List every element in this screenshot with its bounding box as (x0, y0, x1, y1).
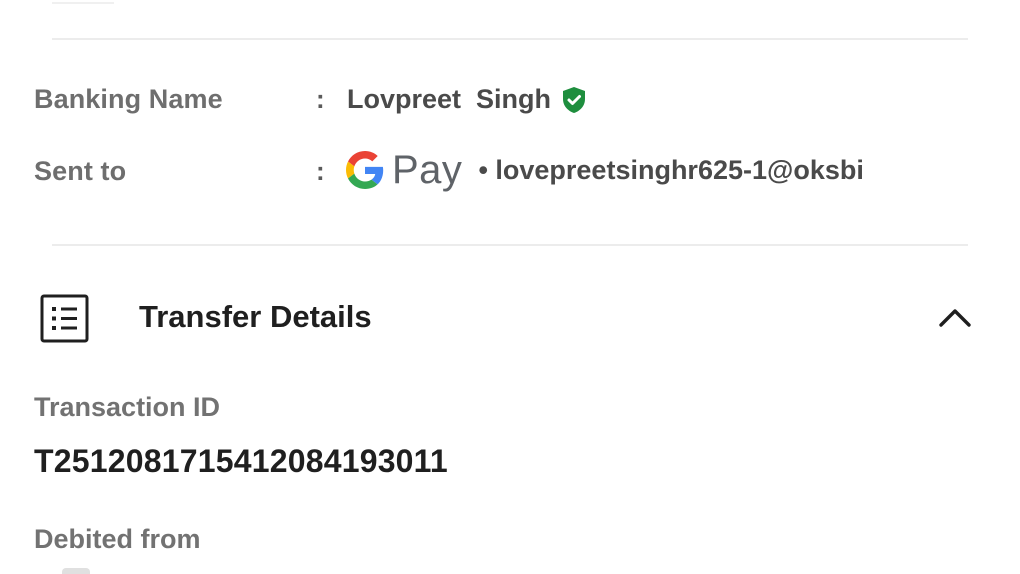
upi-id-value: • lovepreetsinghr625-1@oksbi (478, 154, 864, 185)
transaction-id-value[interactable]: T2512081715412084193011 (34, 443, 448, 480)
sent-to-value-group: Pay • lovepreetsinghr625-1@oksbi (346, 150, 864, 190)
divider (52, 38, 968, 40)
banking-name-value: Lovpreet Singh (347, 84, 552, 114)
google-g-icon (346, 151, 384, 189)
banking-name-value-group: Lovpreet Singh (347, 84, 587, 115)
debited-from-label: Debited from (34, 524, 201, 554)
transaction-id-label: Transaction ID (34, 392, 221, 422)
transfer-details-title: Transfer Details (139, 299, 372, 334)
sent-to-label: Sent to (34, 156, 127, 186)
receipt-list-icon (40, 293, 90, 343)
google-pay-label: Pay (392, 148, 463, 192)
collapse-toggle-button[interactable] (936, 302, 974, 332)
banking-name-label: Banking Name (34, 84, 223, 114)
divider (52, 244, 968, 246)
cut-off-bank-icon (62, 568, 90, 574)
banking-name-separator: : (316, 84, 325, 114)
chevron-up-icon (936, 309, 974, 336)
transaction-detail-screen: Banking Name : Lovpreet Singh Sent to : … (0, 0, 1020, 574)
cut-off-element (52, 0, 114, 4)
sent-to-separator: : (316, 156, 325, 186)
verified-shield-icon (561, 86, 587, 114)
